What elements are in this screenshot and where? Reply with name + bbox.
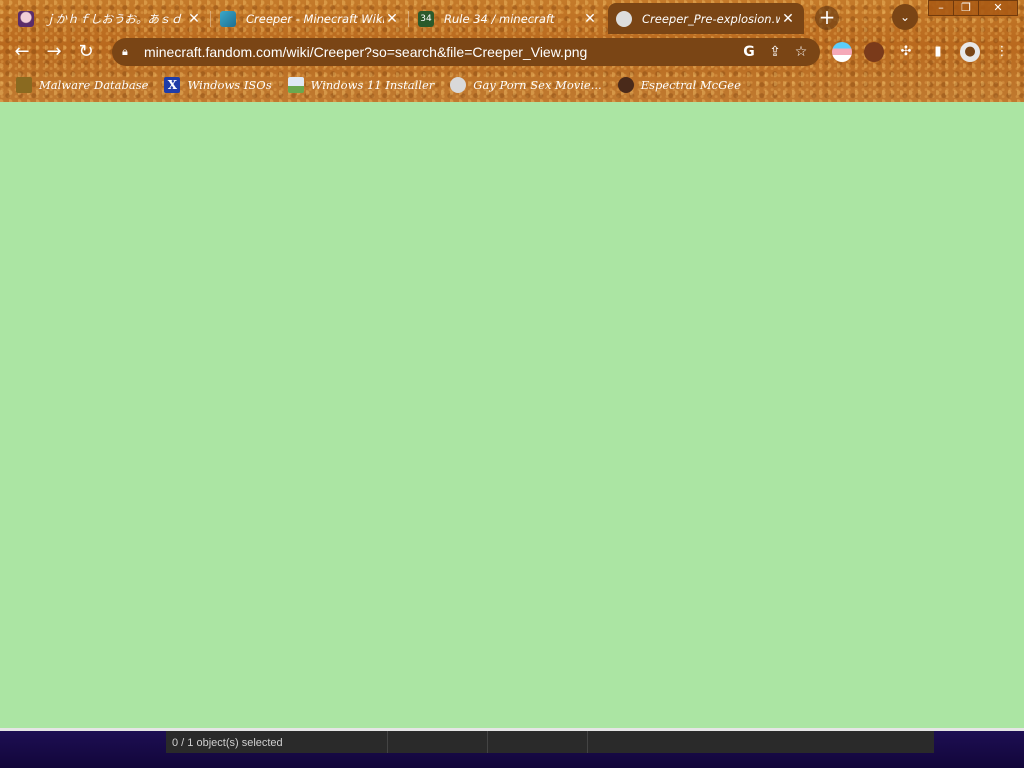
address-bar[interactable]: 🔒︎ minecraft.fandom.com/wiki/Creeper?so=… (112, 38, 820, 66)
tab-title: Creeper_Pre-explosion.we (642, 11, 780, 26)
chevron-down-icon: ⌄ (899, 10, 911, 24)
close-icon[interactable]: ✕ (186, 11, 202, 27)
status-segment (388, 731, 488, 753)
reload-button[interactable]: ↻ (74, 40, 98, 64)
browser-chrome: ｊかｈｆしおうお。あｓｄ ✕ Creeper - Minecraft Wiki … (0, 0, 1024, 102)
lock-icon[interactable]: 🔒︎ (122, 45, 136, 59)
side-panel-icon[interactable]: ▮ (928, 42, 948, 62)
extension-avatar-icon[interactable] (864, 42, 884, 62)
restore-button[interactable]: ❐ (953, 0, 979, 16)
tab-2[interactable]: Creeper - Minecraft Wiki ✕ (212, 3, 408, 34)
close-icon[interactable]: ✕ (582, 11, 598, 27)
globe-icon (616, 10, 632, 27)
tab-1[interactable]: ｊかｈｆしおうお。あｓｄ ✕ (10, 3, 210, 34)
tab-separator (210, 11, 211, 27)
bookmarks-bar: Malware Database X Windows ISOs Windows … (0, 70, 1024, 100)
folder-icon (16, 77, 32, 93)
tab-3[interactable]: 34 Rule 34 / minecraft ✕ (410, 3, 606, 34)
bookmark-windows-isos[interactable]: X Windows ISOs (164, 77, 272, 93)
share-icon[interactable]: ⇪ (762, 39, 788, 65)
status-bar: 0 / 1 object(s) selected (166, 731, 934, 753)
toolbar: ← → ↻ 🔒︎ minecraft.fandom.com/wiki/Creep… (0, 34, 1024, 70)
status-segment: 0 / 1 object(s) selected (166, 731, 388, 753)
character-icon (617, 77, 634, 93)
bookmark-gay-porn-sex-movie[interactable]: Gay Porn Sex Movie... (450, 77, 602, 93)
tab-4-active[interactable]: Creeper_Pre-explosion.we ✕ (608, 3, 804, 34)
fandom-icon (220, 10, 236, 27)
forward-button[interactable]: → (42, 40, 66, 64)
star-icon[interactable]: ☆ (788, 39, 814, 65)
close-icon[interactable]: ✕ (780, 11, 796, 27)
tab-title: Creeper - Minecraft Wiki (246, 11, 384, 26)
tab-separator (408, 11, 409, 27)
profile-icon[interactable]: ● (960, 42, 980, 62)
new-tab-button[interactable]: + (815, 6, 839, 30)
x-logo-icon: X (164, 77, 181, 93)
taskbar: 0 / 1 object(s) selected (0, 728, 1024, 768)
bookmark-label: Windows 11 Installer (310, 78, 435, 92)
menu-icon[interactable]: ⋮ (992, 42, 1012, 62)
status-segment (588, 731, 934, 753)
bookmark-malware-database[interactable]: Malware Database (16, 77, 148, 93)
tab-search-button[interactable]: ⌄ (892, 4, 918, 30)
close-icon[interactable]: ✕ (384, 11, 400, 27)
url-text[interactable]: minecraft.fandom.com/wiki/Creeper?so=sea… (144, 44, 736, 60)
bookmark-espectral-mcgee[interactable]: Espectral McGee (617, 77, 741, 93)
bookmark-windows-11-installer[interactable]: Windows 11 Installer (287, 77, 435, 93)
tab-title: Rule 34 / minecraft (444, 11, 555, 26)
rule34-icon: 34 (418, 10, 434, 27)
bookmark-label: Espectral McGee (640, 78, 741, 92)
page-content (0, 102, 1024, 728)
close-window-button[interactable]: ✕ (978, 0, 1018, 16)
anime-avatar-icon (18, 10, 34, 27)
tab-title: ｊかｈｆしおうお。あｓｄ (44, 11, 182, 26)
status-text: 0 / 1 object(s) selected (172, 737, 283, 749)
bookmark-label: Windows ISOs (187, 78, 272, 92)
status-segment (488, 731, 588, 753)
image-icon (287, 77, 304, 93)
bookmark-label: Gay Porn Sex Movie... (473, 78, 602, 92)
minimize-button[interactable]: – (928, 0, 954, 16)
back-button[interactable]: ← (10, 40, 34, 64)
skull-icon (450, 77, 467, 93)
extension-flag-icon[interactable] (832, 42, 852, 62)
tab-strip: ｊかｈｆしおうお。あｓｄ ✕ Creeper - Minecraft Wiki … (0, 0, 1024, 34)
bookmark-label: Malware Database (39, 78, 149, 92)
puzzle-icon[interactable]: ✣ (896, 42, 916, 62)
google-icon[interactable]: G (736, 39, 762, 65)
